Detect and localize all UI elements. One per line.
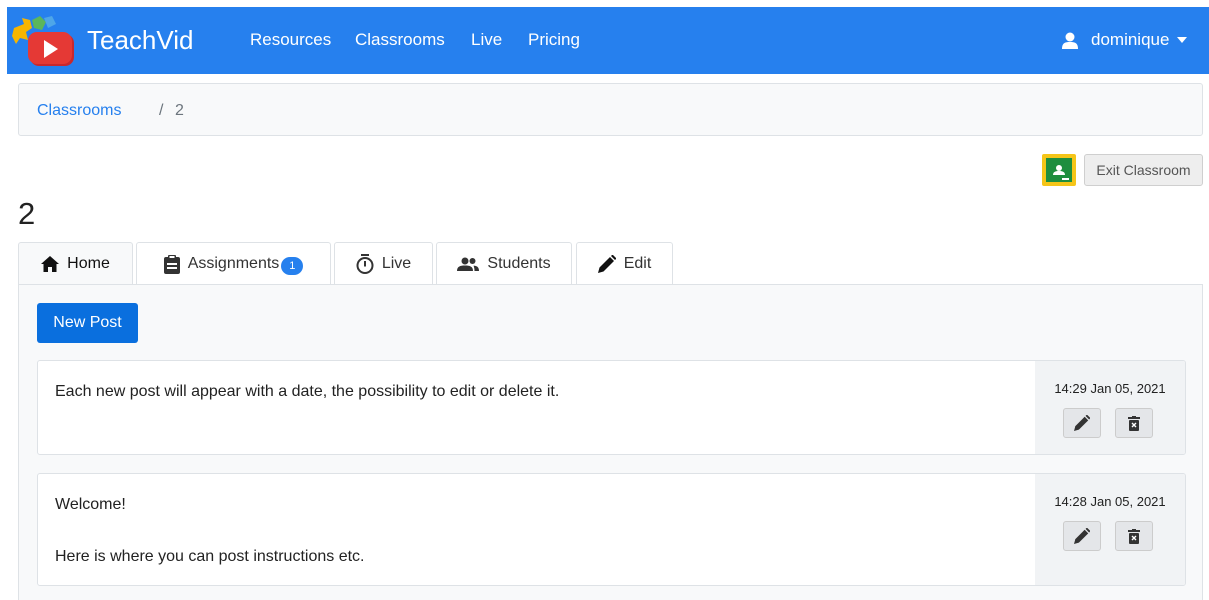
nav-resources[interactable]: Resources [250, 29, 331, 51]
tab-edit-label: Edit [623, 255, 652, 272]
delete-post-button[interactable] [1115, 521, 1153, 551]
home-icon [41, 256, 60, 272]
clipboard-icon [163, 254, 180, 274]
caret-down-icon [1177, 37, 1188, 43]
user-icon [1062, 32, 1078, 49]
post-date: 14:28 Jan 05, 2021 [1054, 494, 1166, 509]
teachvid-logo[interactable] [10, 14, 80, 70]
stopwatch-icon [356, 254, 374, 274]
brand-name[interactable]: TeachVid [87, 23, 194, 57]
google-classroom-icon [1046, 158, 1072, 182]
post-meta: 14:28 Jan 05, 2021 [1035, 474, 1185, 585]
breadcrumb-current: 2 [175, 102, 184, 119]
post-text: Here is where you can post instructions … [55, 548, 365, 565]
username: dominique [1091, 30, 1170, 49]
tab-home-label: Home [67, 255, 110, 272]
tab-assignments-label: Assignments [187, 255, 280, 272]
exit-classroom-button[interactable]: Exit Classroom [1084, 154, 1203, 186]
breadcrumb: Classrooms / 2 [18, 83, 1203, 136]
post-date: 14:29 Jan 05, 2021 [1054, 381, 1166, 396]
pencil-icon [597, 255, 616, 273]
pencil-icon [1074, 415, 1090, 431]
breadcrumb-separator: / [159, 102, 164, 119]
post-meta: 14:29 Jan 05, 2021 [1035, 361, 1185, 454]
top-navbar: TeachVid Resources Classrooms Live Prici… [7, 7, 1209, 74]
nav-classrooms[interactable]: Classrooms [355, 29, 445, 51]
pencil-icon [1074, 528, 1090, 544]
post-card: Welcome! Here is where you can post inst… [37, 473, 1186, 586]
trash-icon [1128, 528, 1140, 544]
edit-post-button[interactable] [1063, 521, 1101, 551]
edit-post-button[interactable] [1063, 408, 1101, 438]
tab-edit[interactable]: Edit [576, 242, 673, 285]
post-text: Each new post will appear with a date, t… [55, 383, 560, 400]
user-menu[interactable]: dominique [1062, 29, 1188, 51]
post-text: Welcome! [55, 496, 126, 513]
google-classroom-button[interactable] [1042, 154, 1076, 186]
delete-post-button[interactable] [1115, 408, 1153, 438]
trash-icon [1128, 415, 1140, 431]
page-title: 2 [18, 196, 36, 231]
tab-students[interactable]: Students [436, 242, 572, 285]
breadcrumb-classrooms-link[interactable]: Classrooms [37, 101, 121, 121]
users-icon [457, 257, 480, 271]
nav-live[interactable]: Live [471, 29, 502, 51]
home-tab-panel: New Post Each new post will appear with … [18, 284, 1203, 600]
tab-live[interactable]: Live [334, 242, 433, 285]
assignments-count-badge: 1 [281, 256, 304, 275]
tab-students-label: Students [487, 255, 551, 272]
tab-live-label: Live [381, 255, 412, 272]
new-post-button[interactable]: New Post [37, 303, 138, 343]
post-card: Each new post will appear with a date, t… [37, 360, 1186, 455]
nav-pricing[interactable]: Pricing [528, 29, 580, 51]
tab-home[interactable]: Home [18, 242, 133, 285]
tab-assignments[interactable]: Assignments 1 [136, 242, 331, 285]
